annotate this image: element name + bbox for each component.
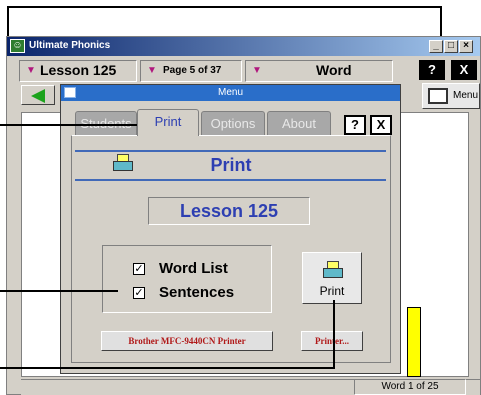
tab-students[interactable]: Students bbox=[75, 111, 137, 135]
page-dropdown[interactable]: ▼ Page 5 of 37 bbox=[140, 60, 242, 82]
lesson-dropdown[interactable]: ▼ Lesson 125 bbox=[19, 60, 137, 82]
callout-line-print-tab bbox=[0, 124, 158, 126]
callout-line-print-button bbox=[0, 367, 335, 369]
menu-dialog: Menu Students Print Options About ? X Pr… bbox=[60, 84, 401, 374]
callout-line-menu-top bbox=[8, 6, 441, 8]
callout-line-print-button-up bbox=[333, 300, 335, 369]
word-position-status: Word 1 of 25 bbox=[354, 379, 466, 395]
mode-dropdown-value: Word bbox=[316, 62, 352, 78]
menu-button[interactable]: Menu bbox=[422, 83, 480, 109]
page-dropdown-value: Page 5 of 37 bbox=[163, 65, 222, 76]
checkbox-icon[interactable]: ✓ bbox=[133, 263, 145, 275]
title-divider-top bbox=[75, 150, 386, 152]
back-arrow-icon bbox=[31, 89, 45, 103]
dialog-titlebar: Menu bbox=[61, 85, 400, 101]
printer-settings-button[interactable]: Printer... bbox=[301, 331, 363, 351]
close-window-button[interactable]: × bbox=[459, 40, 473, 53]
maximize-button[interactable]: □ bbox=[444, 40, 458, 53]
dialog-help-button[interactable]: ? bbox=[344, 115, 366, 135]
menu-folder-icon bbox=[428, 88, 448, 104]
window-titlebar: ☺ Ultimate Phonics _ □ × bbox=[7, 37, 480, 56]
app-icon: ☺ bbox=[10, 39, 25, 53]
tab-options[interactable]: Options bbox=[201, 111, 265, 135]
tab-print[interactable]: Print bbox=[137, 109, 199, 136]
printer-icon bbox=[113, 154, 133, 172]
dialog-title: Menu bbox=[217, 87, 243, 98]
close-lesson-button[interactable]: X bbox=[451, 60, 477, 80]
print-section-title: Print bbox=[210, 155, 252, 175]
checkbox-icon[interactable]: ✓ bbox=[133, 287, 145, 299]
minimize-button[interactable]: _ bbox=[429, 40, 443, 53]
lesson-display: Lesson 125 bbox=[148, 197, 310, 225]
help-button[interactable]: ? bbox=[419, 60, 445, 80]
print-button[interactable]: Print bbox=[302, 252, 362, 304]
printer-icon bbox=[323, 261, 343, 279]
menu-button-label: Menu bbox=[453, 90, 479, 101]
printer-name-button[interactable]: Brother MFC-9440CN Printer bbox=[101, 331, 273, 351]
chevron-down-icon: ▼ bbox=[147, 65, 157, 76]
dialog-close-button[interactable]: X bbox=[370, 115, 392, 135]
lesson-dropdown-value: Lesson 125 bbox=[40, 62, 117, 78]
print-button-label: Print bbox=[319, 284, 345, 298]
print-options-group: ✓ Word List ✓ Sentences bbox=[102, 245, 272, 313]
title-divider-bottom bbox=[75, 179, 386, 181]
yellow-card bbox=[407, 307, 421, 377]
back-button[interactable] bbox=[21, 85, 55, 105]
chevron-down-icon: ▼ bbox=[26, 65, 36, 76]
sentences-label: Sentences bbox=[159, 284, 235, 301]
tab-about[interactable]: About bbox=[267, 111, 331, 135]
callout-line-left-edge bbox=[7, 6, 9, 36]
callout-line-checkboxes bbox=[0, 290, 118, 292]
mode-dropdown[interactable]: ▼ Word bbox=[245, 60, 393, 82]
window-title: Ultimate Phonics bbox=[29, 40, 111, 51]
word-list-label: Word List bbox=[159, 260, 228, 277]
chevron-down-icon: ▼ bbox=[252, 65, 262, 76]
